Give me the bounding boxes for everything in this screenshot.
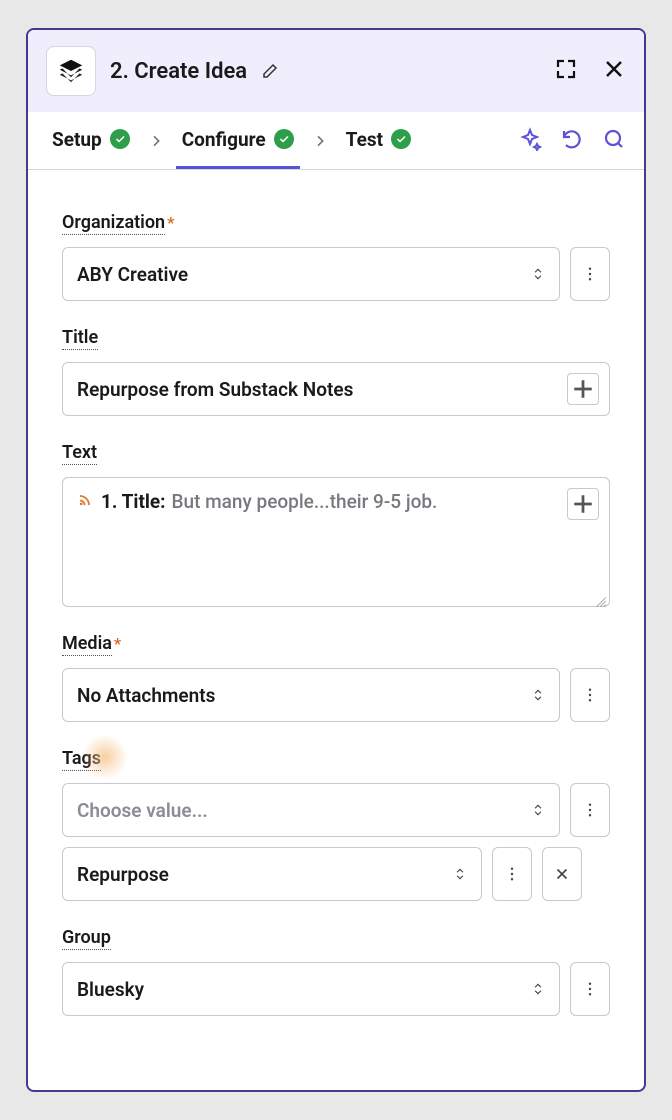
chevron-updown-icon — [453, 867, 467, 881]
check-icon — [391, 129, 411, 149]
panel-title: 2. Create Idea — [110, 59, 540, 84]
tags-select[interactable]: Choose value... — [62, 783, 560, 837]
required-marker: * — [114, 634, 121, 653]
chevron-updown-icon — [531, 803, 545, 817]
label-text: Text — [62, 442, 97, 465]
group-select[interactable]: Bluesky — [62, 962, 560, 1016]
chevron-updown-icon — [531, 982, 545, 996]
field-text: Text 1. Title: But many people...their 9… — [62, 442, 610, 607]
tag-item-select[interactable]: Repurpose — [62, 847, 482, 901]
close-icon[interactable] — [602, 57, 626, 85]
required-marker: * — [167, 213, 174, 232]
tab-test[interactable]: Test — [340, 112, 417, 169]
step-tabs: Setup Configure Test — [28, 112, 644, 170]
form-body: Organization* ABY Creative Title — [28, 170, 644, 1016]
panel-header: 2. Create Idea — [28, 30, 644, 112]
search-icon[interactable] — [602, 127, 626, 155]
check-icon — [274, 129, 294, 149]
label-group: Group — [62, 927, 111, 950]
mapped-variable-pill[interactable]: 1. Title: But many people...their 9-5 jo… — [77, 490, 437, 513]
edit-title-icon[interactable] — [261, 62, 279, 80]
label-media: Media — [62, 633, 112, 656]
chevron-right-icon — [148, 133, 164, 149]
group-more-button[interactable] — [570, 962, 610, 1016]
field-tags: Tags Choose value... Repurpose — [62, 748, 610, 901]
step-panel: 2. Create Idea Setup — [26, 28, 646, 1092]
title-input[interactable]: Repurpose from Substack Notes — [62, 362, 610, 416]
stack-icon — [56, 56, 86, 86]
tab-configure[interactable]: Configure — [176, 112, 300, 169]
media-more-button[interactable] — [570, 668, 610, 722]
field-organization: Organization* ABY Creative — [62, 212, 610, 301]
undo-icon[interactable] — [560, 127, 584, 155]
field-media: Media* No Attachments — [62, 633, 610, 722]
media-select[interactable]: No Attachments — [62, 668, 560, 722]
check-icon — [110, 129, 130, 149]
buffer-app-icon — [46, 46, 96, 96]
field-group: Group Bluesky — [62, 927, 610, 1016]
field-title: Title Repurpose from Substack Notes — [62, 327, 610, 416]
expand-icon[interactable] — [554, 57, 578, 85]
add-variable-button[interactable] — [567, 488, 599, 520]
add-variable-button[interactable] — [567, 373, 599, 405]
chevron-updown-icon — [531, 267, 545, 281]
tab-setup[interactable]: Setup — [46, 112, 136, 169]
resize-handle-icon[interactable] — [593, 590, 607, 604]
ai-sparkle-icon[interactable] — [518, 127, 542, 155]
tag-item-more-button[interactable] — [492, 847, 532, 901]
label-title: Title — [62, 327, 98, 350]
tag-item-remove-button[interactable] — [542, 847, 582, 901]
tags-more-button[interactable] — [570, 783, 610, 837]
chevron-updown-icon — [531, 688, 545, 702]
organization-more-button[interactable] — [570, 247, 610, 301]
chevron-right-icon — [312, 133, 328, 149]
label-tags: Tags — [62, 748, 101, 771]
text-textarea[interactable]: 1. Title: But many people...their 9-5 jo… — [62, 477, 610, 607]
organization-select[interactable]: ABY Creative — [62, 247, 560, 301]
rss-icon — [77, 490, 95, 513]
label-organization: Organization — [62, 212, 165, 235]
